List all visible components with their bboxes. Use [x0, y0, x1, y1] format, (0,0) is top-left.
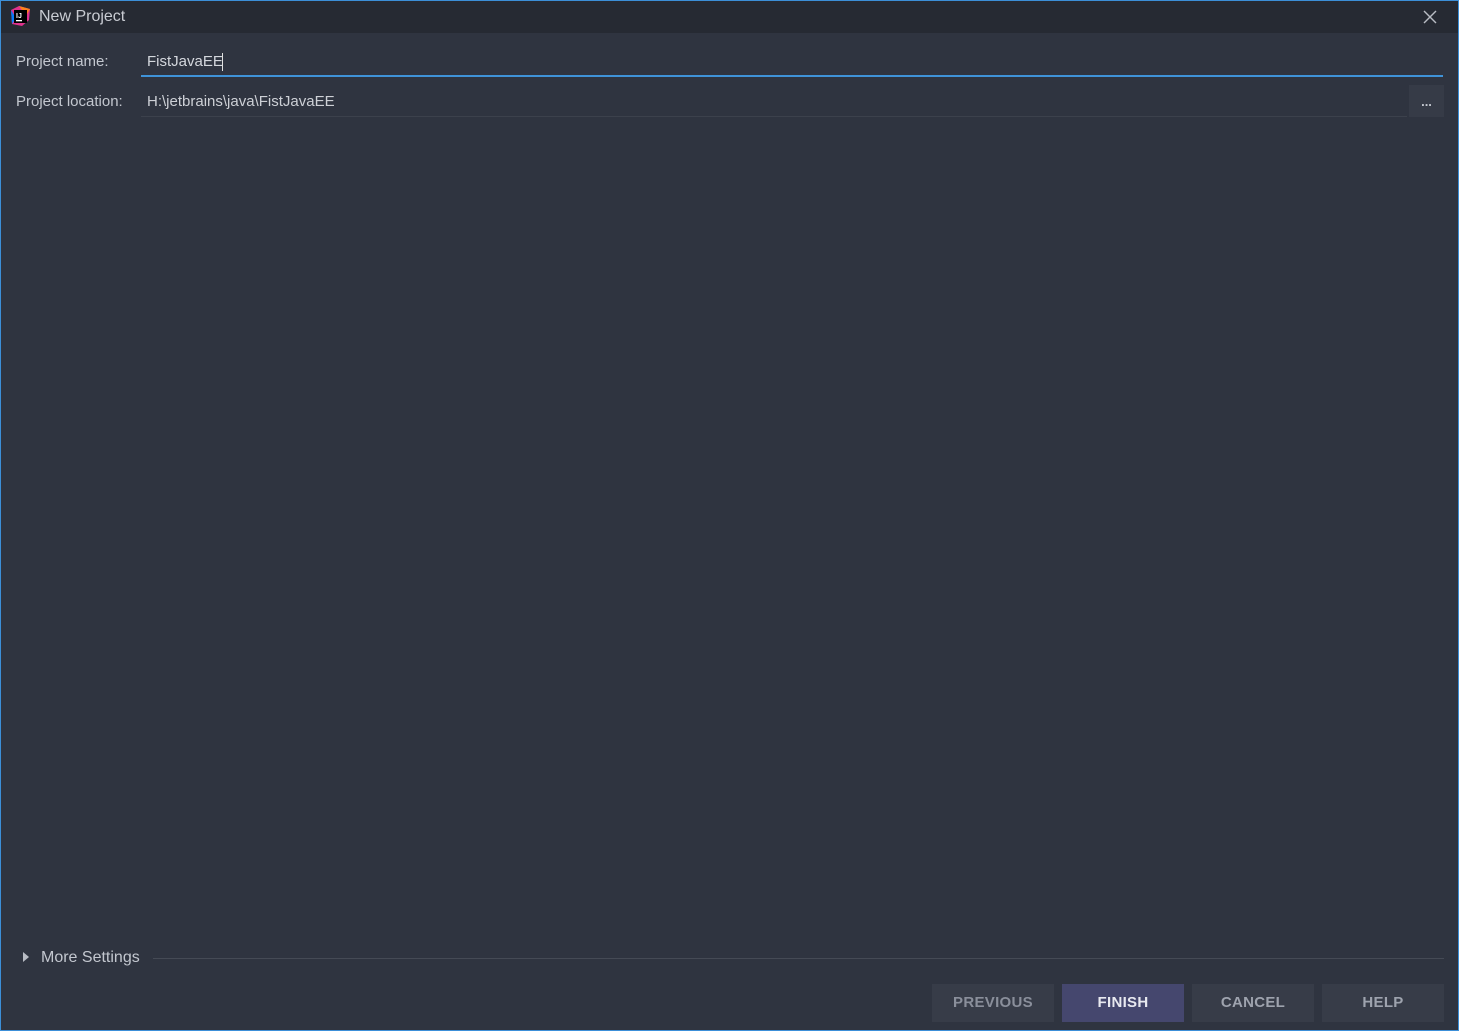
close-button[interactable]: [1412, 4, 1448, 30]
finish-button[interactable]: FINISH: [1062, 984, 1184, 1022]
more-settings-divider: [153, 958, 1444, 959]
previous-button[interactable]: PREVIOUS: [932, 984, 1054, 1022]
triangle-right-icon: [23, 952, 29, 962]
project-location-label: Project location:: [16, 93, 123, 110]
title-bar: IJ New Project: [1, 1, 1458, 33]
intellij-idea-icon: IJ: [10, 6, 31, 27]
project-name-label: Project name:: [16, 53, 109, 70]
project-location-input[interactable]: H:\jetbrains\java\FistJavaEE: [141, 85, 1407, 117]
close-icon: [1423, 10, 1437, 24]
help-button[interactable]: HELP: [1322, 984, 1444, 1022]
svg-text:IJ: IJ: [16, 13, 22, 20]
cancel-button[interactable]: CANCEL: [1192, 984, 1314, 1022]
project-location-value: H:\jetbrains\java\FistJavaEE: [147, 93, 335, 110]
text-caret: [221, 53, 223, 71]
project-name-value: FistJavaEE: [147, 53, 223, 71]
browse-location-button[interactable]: ...: [1409, 85, 1444, 117]
new-project-dialog: IJ New Project Project name: FistJavaEE …: [0, 0, 1459, 1031]
more-settings-label: More Settings: [41, 949, 140, 966]
project-name-input[interactable]: FistJavaEE: [141, 46, 1443, 77]
window-title: New Project: [39, 8, 126, 25]
